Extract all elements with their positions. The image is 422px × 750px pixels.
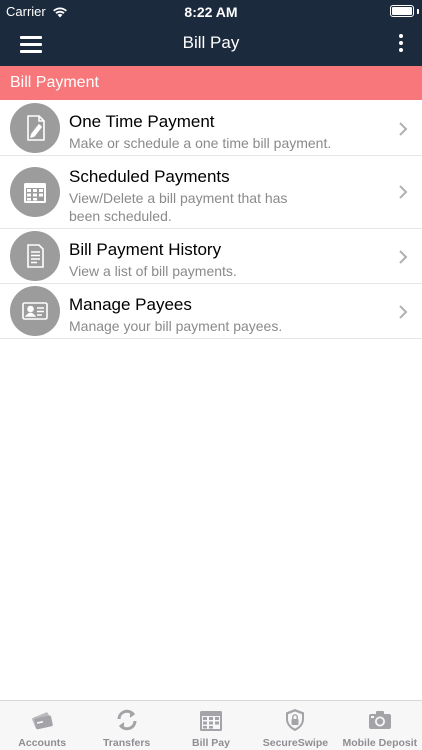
tab-label: SecureSwipe bbox=[262, 737, 329, 749]
status-time: 8:22 AM bbox=[184, 4, 238, 20]
tab-bill-pay[interactable]: Bill Pay bbox=[169, 701, 253, 750]
menu-item-scheduled-payments[interactable]: Scheduled Payments View/Delete a bill pa… bbox=[0, 156, 422, 229]
menu-item-manage-payees[interactable]: Manage Payees Manage your bill payment p… bbox=[0, 284, 422, 339]
menu-item-subtitle: Make or schedule a one time bill payment… bbox=[69, 135, 332, 151]
camera-icon bbox=[368, 711, 391, 729]
chevron-right-icon bbox=[399, 122, 408, 136]
calendar-icon bbox=[200, 711, 223, 731]
chevron-right-icon bbox=[399, 250, 408, 264]
navigation-bar: Bill Pay bbox=[0, 22, 422, 66]
menu-item-title: Scheduled Payments bbox=[69, 167, 230, 186]
bill-pay-menu: One Time Payment Make or schedule a one … bbox=[0, 101, 422, 339]
tab-secureswipe[interactable]: SecureSwipe bbox=[253, 701, 337, 750]
calendar-icon bbox=[10, 167, 60, 217]
tab-mobile-deposit[interactable]: Mobile Deposit bbox=[338, 701, 422, 750]
kebab-icon[interactable] bbox=[396, 34, 406, 54]
battery-nub bbox=[417, 9, 419, 14]
menu-item-subtitle: View a list of bill payments. bbox=[69, 263, 237, 279]
id-card-icon bbox=[10, 286, 60, 336]
tab-accounts[interactable]: Accounts bbox=[0, 701, 84, 750]
tab-label: Bill Pay bbox=[192, 737, 230, 749]
page-title: Bill Pay bbox=[182, 33, 240, 52]
tab-bar: Accounts Transfers Bill Pay SecureSwipe bbox=[0, 700, 422, 750]
menu-item-title: Manage Payees bbox=[69, 295, 192, 314]
menu-item-one-time-payment[interactable]: One Time Payment Make or schedule a one … bbox=[0, 101, 422, 156]
menu-item-title: One Time Payment bbox=[69, 112, 215, 131]
document-list-icon bbox=[10, 231, 60, 281]
edit-document-icon bbox=[10, 103, 60, 153]
tab-label: Transfers bbox=[102, 737, 151, 749]
menu-item-subtitle: View/Delete a bill payment that has been… bbox=[69, 190, 288, 224]
section-header: Bill Payment bbox=[0, 66, 422, 100]
menu-item-subtitle: Manage your bill payment payees. bbox=[69, 318, 283, 334]
cards-icon bbox=[32, 712, 53, 730]
chevron-right-icon bbox=[399, 305, 408, 319]
refresh-arrows-icon bbox=[117, 709, 137, 731]
shield-lock-icon bbox=[286, 709, 305, 731]
chevron-right-icon bbox=[399, 185, 408, 199]
menu-item-bill-payment-history[interactable]: Bill Payment History View a list of bill… bbox=[0, 229, 422, 284]
tab-label: Accounts bbox=[18, 737, 67, 749]
menu-item-title: Bill Payment History bbox=[69, 240, 222, 259]
tab-label: Mobile Deposit bbox=[342, 737, 418, 749]
battery-icon bbox=[390, 5, 414, 17]
tab-transfers[interactable]: Transfers bbox=[84, 701, 168, 750]
status-bar: Carrier 8:22 AM bbox=[0, 0, 422, 22]
